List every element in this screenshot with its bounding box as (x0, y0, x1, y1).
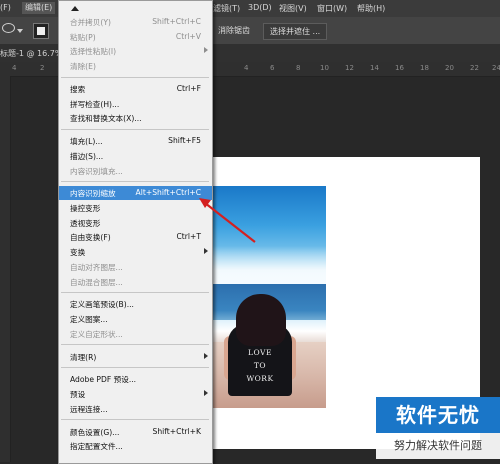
watermark-subtitle: 努力解决软件问题 (376, 433, 500, 459)
watermark-title: 软件无忧 (376, 397, 500, 433)
watermark: 软件无忧 努力解决软件问题 (376, 397, 500, 462)
annotation-arrow (199, 198, 256, 243)
annotation-arrow-line (204, 202, 256, 243)
